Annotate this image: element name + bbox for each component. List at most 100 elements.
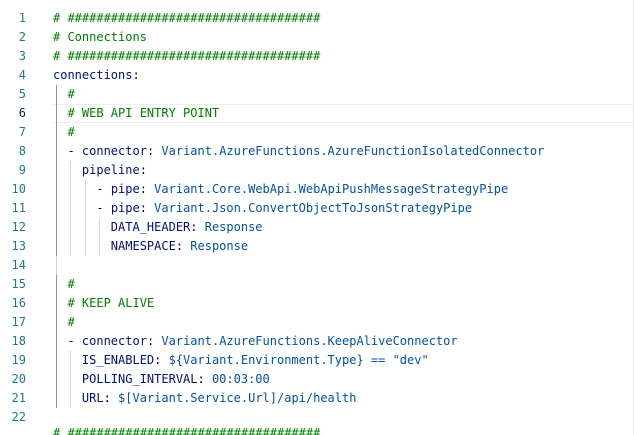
yaml-value-token: 00:03:00 (211, 372, 270, 386)
yaml-value-token: Variant.Core.WebApi.WebApiPushMessageStr… (154, 182, 509, 196)
line-number: 22 (11, 410, 26, 424)
line-number: 17 (11, 315, 26, 329)
code-line[interactable]: # Connections (53, 28, 634, 47)
indent-guide (85, 237, 86, 256)
line-number: 18 (11, 334, 26, 348)
comment-token: # KEEP ALIVE (67, 296, 155, 310)
indent-guide (85, 218, 86, 237)
code-line[interactable]: # (53, 275, 634, 294)
comment-token: # ################################### (53, 11, 321, 25)
indent-guide (99, 237, 100, 256)
code-line[interactable]: DATA_HEADER: Response (53, 218, 634, 237)
code-line[interactable]: connections: (53, 66, 634, 85)
indent-guide (56, 313, 57, 332)
code-line[interactable] (53, 408, 634, 427)
indent-guide (56, 218, 57, 237)
code-line[interactable]: # (53, 313, 634, 332)
code-line[interactable]: # (53, 123, 634, 142)
indent-guide (70, 370, 71, 389)
line-number: 16 (11, 296, 26, 310)
indent-guide (56, 104, 57, 123)
code-editor[interactable]: 1 2 3 4 5 6 7 8 9 10 11 12 13 14 15 16 17 18 19 20 21 22 # ##… (0, 0, 634, 435)
line-number: 1 (18, 11, 26, 25)
code-line[interactable]: pipeline: (53, 161, 634, 180)
yaml-value-token: $[Variant.Service.Url]/api/health (118, 391, 357, 405)
punctuation-token: : (139, 163, 147, 177)
line-number: 21 (11, 391, 26, 405)
code-line[interactable]: URL: $[Variant.Service.Url]/api/health (53, 389, 634, 408)
line-number-gutter: 1 2 3 4 5 6 7 8 9 10 11 12 13 14 15 16 17 18 19 20 21 22 (0, 9, 36, 427)
yaml-key-token: IS_ENABLED (81, 353, 155, 367)
yaml-key-token: connector (81, 144, 147, 158)
line-number: 9 (18, 163, 26, 177)
code-line[interactable]: - connector: Variant.AzureFunctions.Azur… (53, 142, 634, 161)
punctuation-token: - (67, 144, 82, 158)
indent-guide (70, 161, 71, 180)
punctuation-token: - (96, 201, 111, 215)
comment-token: # WEB API ENTRY POINT (67, 106, 220, 120)
punctuation-token: : (103, 391, 119, 405)
code-line[interactable]: - pipe: Variant.Core.WebApi.WebApiPushMe… (53, 180, 634, 199)
line-number: 8 (18, 144, 26, 158)
yaml-key-token: DATA_HEADER (110, 220, 191, 234)
yaml-key-token: connections (53, 68, 133, 82)
punctuation-token: - (67, 334, 82, 348)
punctuation-token: : (132, 68, 140, 82)
yaml-key-token: pipe (110, 182, 140, 196)
comment-token: # Connections (53, 30, 147, 44)
yaml-value-token: Variant.Json.ConvertObjectToJsonStrategy… (154, 201, 473, 215)
punctuation-token: : (197, 372, 212, 386)
indent-guide (56, 180, 57, 199)
code-line[interactable]: - connector: Variant.AzureFunctions.Keep… (53, 332, 634, 351)
code-line[interactable]: # KEEP ALIVE (53, 294, 634, 313)
punctuation-token: : (175, 239, 191, 253)
code-area[interactable]: # ################################### # C… (53, 9, 634, 427)
line-number: 20 (11, 372, 26, 386)
code-line[interactable] (53, 256, 634, 275)
indent-guide (56, 294, 57, 313)
line-number: 6 (18, 106, 26, 120)
punctuation-token: : (139, 201, 155, 215)
code-line[interactable]: # ################################### (53, 9, 634, 28)
code-line[interactable]: POLLING_INTERVAL: 00:03:00 (53, 370, 634, 389)
indent-guide (56, 161, 57, 180)
indent-guide (70, 199, 71, 218)
code-line[interactable]: # ################################### (53, 47, 634, 66)
indent-guide (56, 332, 57, 351)
punctuation-token: : (190, 220, 205, 234)
partial-code-line: # ################################### (53, 427, 321, 435)
code-line[interactable]: - pipe: Variant.Json.ConvertObjectToJson… (53, 199, 634, 218)
indent-guide (56, 142, 57, 161)
indent-guide (56, 199, 57, 218)
punctuation-token: : (154, 353, 169, 367)
line-number: 3 (18, 49, 26, 63)
indent-guide (56, 123, 57, 142)
code-line[interactable]: IS_ENABLED: ${Variant.Environment.Type} … (53, 351, 634, 370)
indent-guide (70, 218, 71, 237)
line-number: 4 (18, 68, 26, 82)
yaml-key-token: connector (81, 334, 147, 348)
indent-guide (56, 237, 57, 256)
yaml-key-token: pipe (110, 201, 140, 215)
line-number: 10 (11, 182, 26, 196)
yaml-value-token: Variant.AzureFunctions.AzureFunctionIsol… (161, 144, 545, 158)
line-number: 15 (11, 277, 26, 291)
indent-guide (56, 370, 57, 389)
line-number: 12 (11, 220, 26, 234)
code-line[interactable]: NAMESPACE: Response (53, 237, 634, 256)
indent-guide (85, 199, 86, 218)
yaml-key-token: POLLING_INTERVAL (81, 372, 198, 386)
line-number: 19 (11, 353, 26, 367)
indent-guide (56, 85, 57, 104)
indent-guide (70, 180, 71, 199)
comment-token: # (67, 277, 75, 291)
code-line[interactable]: # (53, 85, 634, 104)
code-line[interactable]: # WEB API ENTRY POINT (53, 104, 634, 123)
